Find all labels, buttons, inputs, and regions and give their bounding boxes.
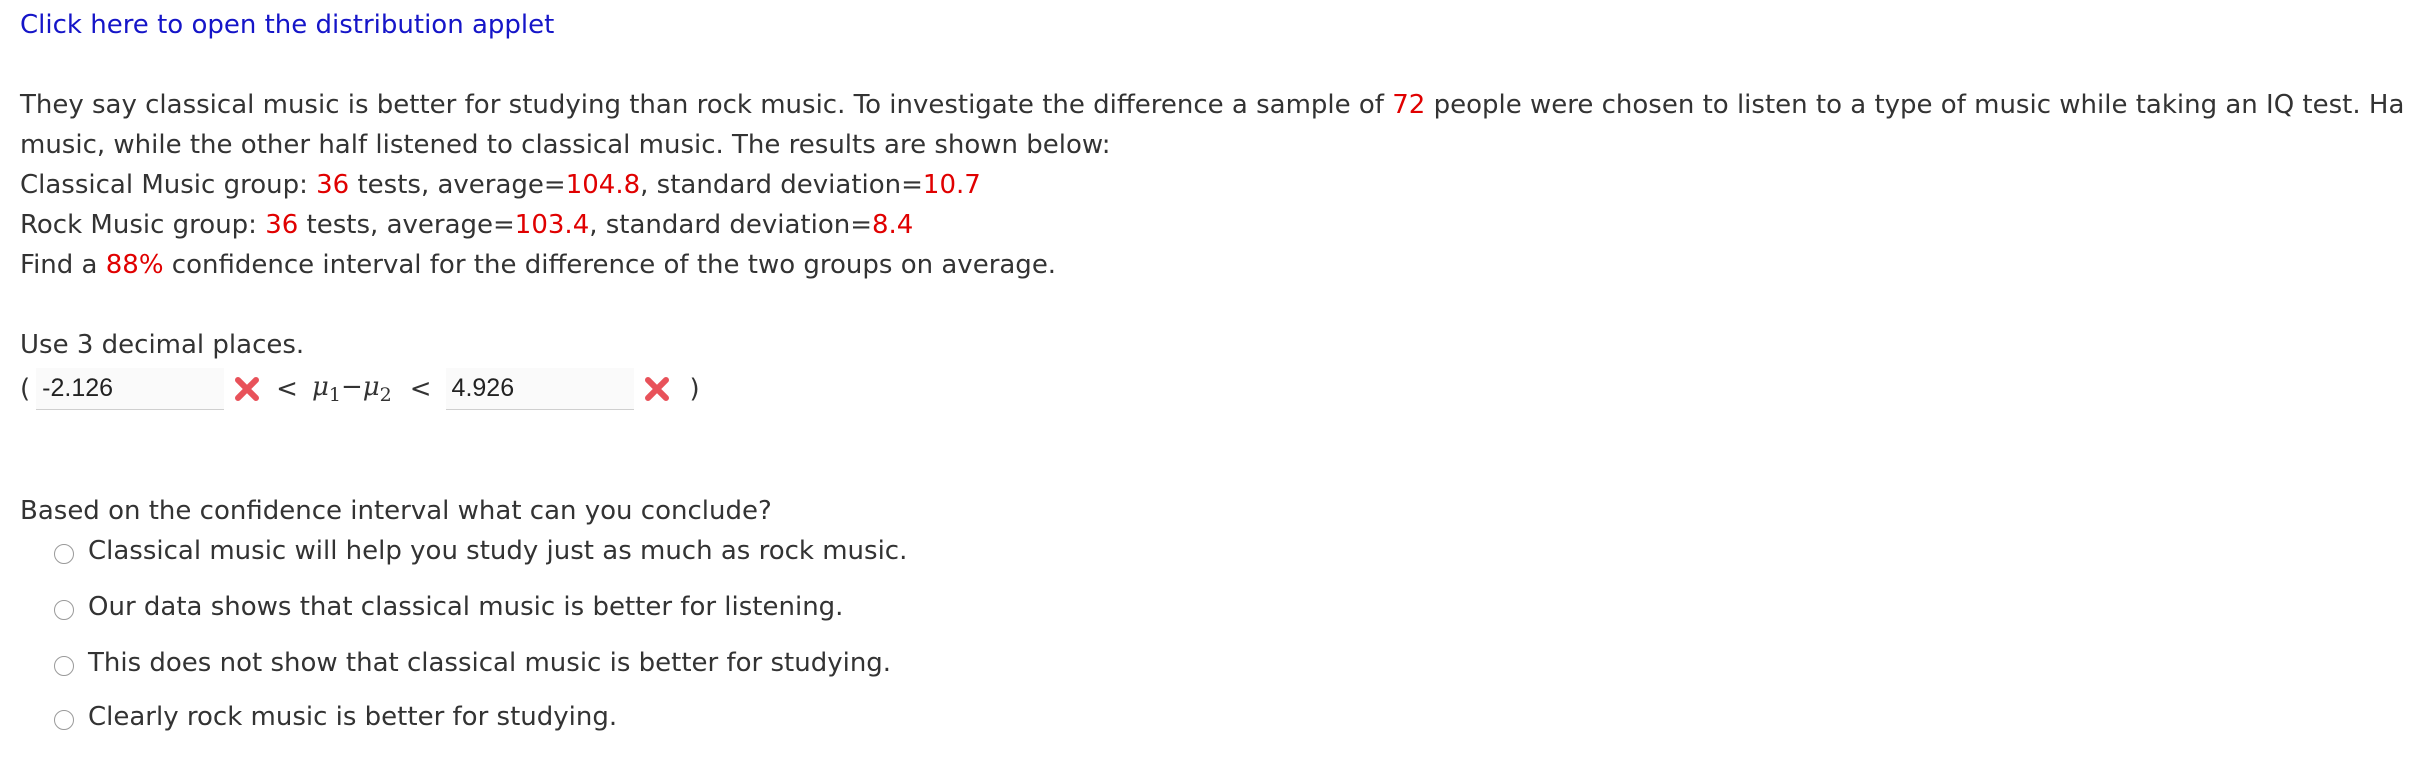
confidence-interval-answer: ( < μ1−μ2 < ) [20,366,706,412]
distribution-applet-link[interactable]: Click here to open the distribution appl… [20,10,554,40]
mu-1-subscript: 1 [328,384,341,406]
confidence-level-value: 88% [105,250,164,280]
answer-option-label: Our data shows that classical music is b… [88,592,844,622]
rock-label: Rock Music group: [20,210,266,240]
rock-mean-value: 103.4 [514,210,590,240]
answer-option[interactable]: Clearly rock music is better for studyin… [54,702,617,732]
problem-line-2: music, while the other half listened to … [20,130,1111,160]
mu-2: μ [362,372,380,402]
sample-size-value: 72 [1392,90,1426,120]
problem-intro-line: They say classical music is better for s… [20,90,2404,120]
classical-group-line: Classical Music group: 36 tests, average… [20,170,981,200]
classical-mean-value: 104.8 [565,170,641,200]
rock-text-2: , standard deviation= [589,210,872,240]
incorrect-x-icon [634,366,680,412]
rock-sd-value: 8.4 [871,210,914,240]
answer-option[interactable]: Our data shows that classical music is b… [54,592,843,622]
less-than-symbol-2: < [409,374,432,404]
minus-sign: − [340,372,363,402]
radio-button[interactable] [54,544,74,564]
mu-difference: μ1−μ2 [312,372,392,406]
classical-label: Classical Music group: [20,170,317,200]
rock-text-1: tests, average= [298,210,515,240]
answer-option-label: This does not show that classical music … [88,648,892,678]
intro-text-start: They say classical music is better for s… [20,90,1393,120]
open-paren: ( [20,374,31,404]
classical-n-value: 36 [316,170,350,200]
radio-button[interactable] [54,710,74,730]
answer-option-label: Clearly rock music is better for studyin… [88,702,618,732]
mu-2-subscript: 2 [379,384,392,406]
decimal-places-note: Use 3 decimal places. [20,330,305,360]
classical-text-1: tests, average= [349,170,566,200]
upper-bound-input[interactable] [445,368,634,410]
less-than-symbol: < [276,374,298,404]
answer-option-label: Classical music will help you study just… [88,536,908,566]
rock-group-line: Rock Music group: 36 tests, average=103.… [20,210,913,240]
radio-button[interactable] [54,656,74,676]
classical-sd-value: 10.7 [922,170,981,200]
find-interval-line: Find a 88% confidence interval for the d… [20,250,1056,280]
classical-text-2: , standard deviation= [640,170,923,200]
incorrect-x-icon [224,366,270,412]
answer-option[interactable]: Classical music will help you study just… [54,536,907,566]
close-paren: ) [689,374,700,404]
lower-bound-input[interactable] [36,368,225,410]
mu-1: μ [311,372,329,402]
answer-option[interactable]: This does not show that classical music … [54,648,891,678]
rock-n-value: 36 [265,210,299,240]
intro-text-end: people were chosen to listen to a type o… [1425,90,2405,120]
conclusion-question: Based on the confidence interval what ca… [20,496,772,526]
find-text-end: confidence interval for the difference o… [163,250,1057,280]
find-text-start: Find a [20,250,106,280]
radio-button[interactable] [54,600,74,620]
